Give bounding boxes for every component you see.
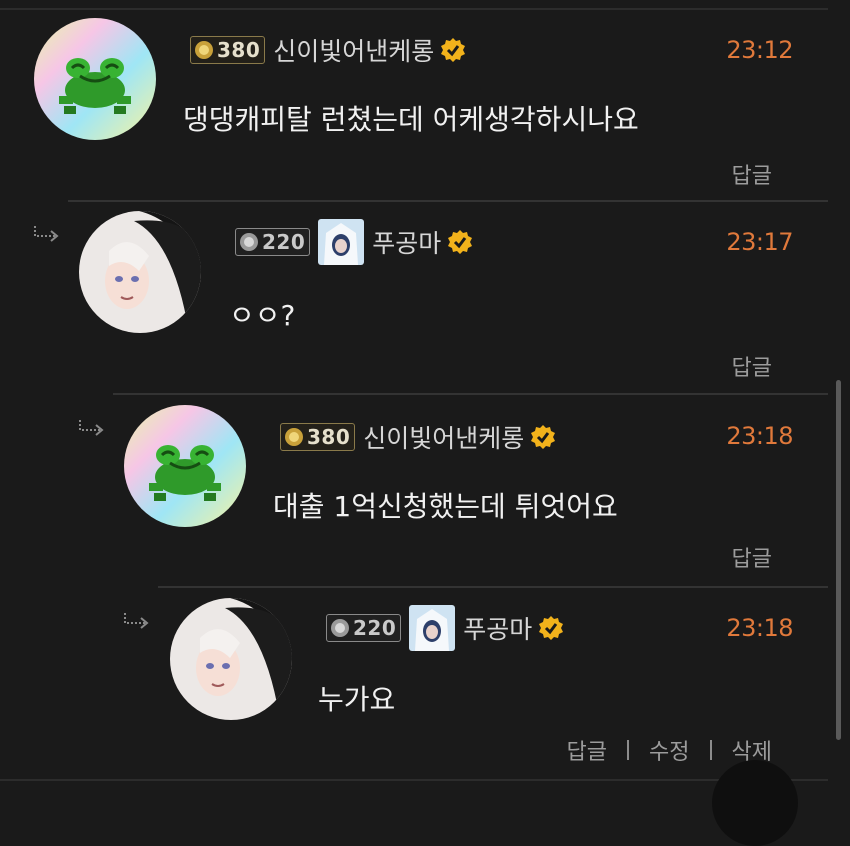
floating-button[interactable] [712, 760, 798, 846]
comment-time: 23:18 [726, 422, 793, 450]
comment-time: 23:12 [726, 36, 793, 64]
level-badge: 220 [326, 614, 402, 642]
comment-text: 대출 1억신청했는데 튀엇어요 [273, 490, 618, 523]
username[interactable]: 푸공마 [463, 610, 532, 646]
action-divider [709, 740, 712, 760]
comment-content: 220 푸공마 23:17 ㅇㅇ? 답글 [68, 202, 828, 394]
avatar[interactable] [124, 405, 246, 527]
silver-level-icon [240, 233, 258, 251]
verified-check-icon [531, 425, 556, 449]
bottom-divider [0, 779, 828, 781]
comment-header: 380 신이빛어낸케롱 [190, 32, 466, 68]
scrollbar[interactable] [836, 380, 841, 740]
username[interactable]: 신이빛어낸케롱 [363, 419, 524, 455]
verified-check-icon [448, 230, 473, 254]
level-number: 220 [262, 230, 306, 254]
reply-button[interactable]: 답글 [732, 350, 772, 382]
username[interactable]: 푸공마 [372, 224, 441, 260]
comment-text: 댕댕캐피탈 런쳤는데 어케생각하시나요 [183, 103, 639, 136]
reply-button[interactable]: 답글 [732, 541, 772, 573]
comment-header: 220 푸공마 [235, 219, 473, 265]
level-number: 220 [353, 616, 397, 640]
anime-avatar-image [170, 598, 292, 720]
avatar[interactable] [34, 18, 156, 140]
comment-text: ㅇㅇ? [229, 299, 296, 332]
comment-time: 23:18 [726, 614, 793, 642]
reply-button[interactable]: 답글 [567, 734, 607, 766]
level-badge: 380 [190, 36, 266, 64]
gold-level-icon [285, 428, 303, 446]
character-badge-image [318, 219, 365, 265]
anime-avatar-image [79, 211, 201, 333]
level-badge: 380 [280, 423, 356, 451]
comment-time: 23:17 [726, 228, 793, 256]
username[interactable]: 신이빛어낸케롱 [273, 32, 434, 68]
character-badge [318, 219, 365, 265]
action-divider [627, 740, 630, 760]
comment-item: 380 신이빛어낸케롱 23:18 대출 1억신청했는데 튀엇어요 답글 [113, 395, 828, 587]
comment-header: 380 신이빛어낸케롱 [280, 419, 556, 455]
level-number: 380 [217, 38, 261, 62]
comment-item: 220 푸공마 23:18 누가요 답글 수정 삭제 [158, 588, 828, 778]
verified-check-icon [441, 38, 466, 62]
reply-arrow-icon [34, 226, 59, 242]
level-number: 380 [307, 425, 351, 449]
reply-button[interactable]: 답글 [732, 158, 772, 190]
level-badge: 220 [235, 228, 311, 256]
comment-text: 누가요 [318, 683, 396, 716]
edit-button[interactable]: 수정 [649, 734, 689, 766]
comment-item: 380 신이빛어낸케롱 23:12 댕댕캐피탈 런쳤는데 어케생각하시나요 답글 [0, 10, 828, 202]
reply-arrow-icon [124, 613, 149, 629]
frog-avatar-image [34, 18, 156, 140]
comment-header: 220 푸공마 [326, 605, 564, 651]
frog-avatar-image [124, 405, 246, 527]
gold-level-icon [195, 41, 213, 59]
avatar[interactable] [79, 211, 201, 333]
silver-level-icon [331, 619, 349, 637]
character-badge-image [409, 605, 456, 651]
reply-arrow-icon [79, 420, 104, 436]
verified-check-icon [539, 616, 564, 640]
avatar[interactable] [170, 598, 292, 720]
character-badge [409, 605, 456, 651]
